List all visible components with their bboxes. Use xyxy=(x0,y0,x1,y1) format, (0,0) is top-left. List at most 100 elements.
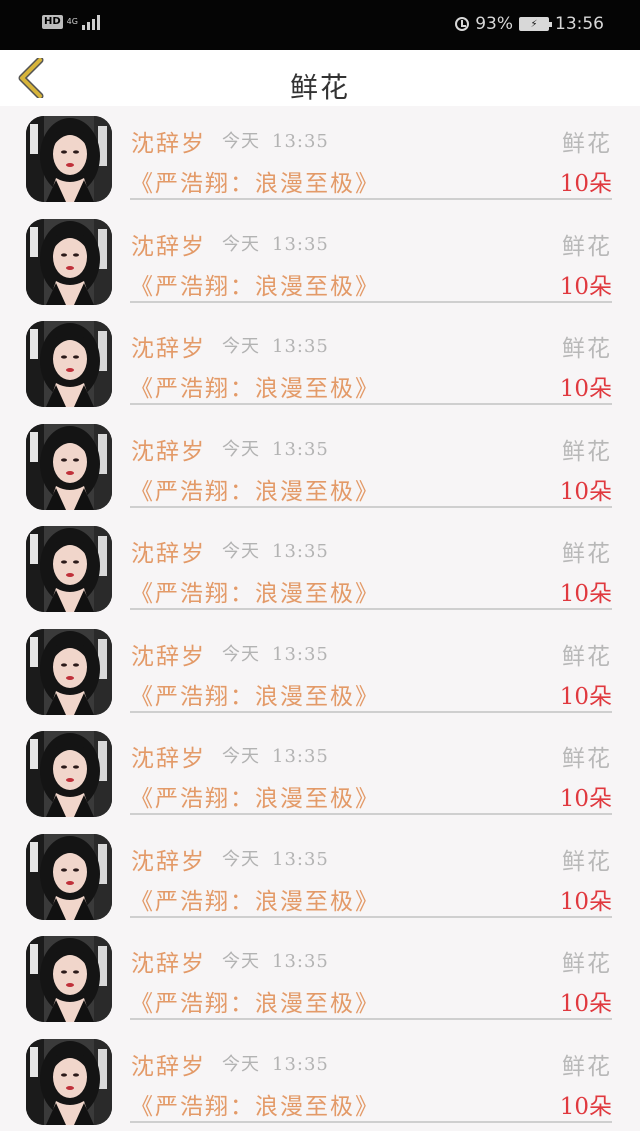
gift-type: 鲜花 xyxy=(562,739,612,773)
book-title[interactable]: 《严浩翔：浪漫至极》 xyxy=(130,984,380,1018)
sender-name[interactable]: 沈辞岁 xyxy=(131,739,206,773)
flower-count: 10朵 xyxy=(560,472,612,506)
avatar[interactable] xyxy=(26,834,112,920)
avatar[interactable] xyxy=(26,629,112,715)
flower-count: 10朵 xyxy=(560,984,612,1018)
status-left: HD 4G xyxy=(42,14,100,30)
sender-name[interactable]: 沈辞岁 xyxy=(131,124,206,158)
timestamp-time: 13:35 xyxy=(272,746,329,767)
timestamp-time: 13:35 xyxy=(272,131,329,152)
book-title[interactable]: 《严浩翔：浪漫至极》 xyxy=(130,1087,380,1121)
timestamp-time: 13:35 xyxy=(272,439,329,460)
sender-name[interactable]: 沈辞岁 xyxy=(131,637,206,671)
avatar[interactable] xyxy=(26,321,112,407)
timestamp-time: 13:35 xyxy=(272,849,329,870)
avatar[interactable] xyxy=(26,731,112,817)
list-item[interactable]: 沈辞岁 今天13:35 鲜花 《严浩翔：浪漫至极》 10朵 xyxy=(0,926,640,1029)
sender-name[interactable]: 沈辞岁 xyxy=(131,842,206,876)
timestamp: 今天13:35 xyxy=(222,127,329,153)
sender-name[interactable]: 沈辞岁 xyxy=(131,227,206,261)
timestamp-day: 今天 xyxy=(222,644,260,665)
book-title[interactable]: 《严浩翔：浪漫至极》 xyxy=(130,267,380,301)
book-title[interactable]: 《严浩翔：浪漫至极》 xyxy=(130,677,380,711)
flower-count: 10朵 xyxy=(560,267,612,301)
flower-count: 10朵 xyxy=(560,574,612,608)
clock: 13:56 xyxy=(555,14,604,34)
timestamp: 今天13:35 xyxy=(222,947,329,973)
list-item[interactable]: 沈辞岁 今天13:35 鲜花 《严浩翔：浪漫至极》 10朵 xyxy=(0,516,640,619)
list-item[interactable]: 沈辞岁 今天13:35 鲜花 《严浩翔：浪漫至极》 10朵 xyxy=(0,311,640,414)
divider xyxy=(130,506,612,508)
timestamp-day: 今天 xyxy=(222,234,260,255)
timestamp-time: 13:35 xyxy=(272,336,329,357)
timestamp: 今天 13:35 xyxy=(222,640,329,666)
battery-icon: ⚡ xyxy=(519,17,549,31)
gift-type: 鲜花 xyxy=(562,432,612,466)
book-title[interactable]: 《严浩翔：浪漫至极》 xyxy=(130,369,380,403)
divider xyxy=(130,403,612,405)
divider xyxy=(130,916,612,918)
sender-name[interactable]: 沈辞岁 xyxy=(131,329,206,363)
battery-percent: 93% xyxy=(475,14,513,34)
sender-name[interactable]: 沈辞岁 xyxy=(131,432,206,466)
divider xyxy=(130,1121,612,1123)
timestamp-time: 13:35 xyxy=(272,644,329,665)
divider xyxy=(130,301,612,303)
flower-count: 10朵 xyxy=(560,164,612,198)
timestamp-day: 今天 xyxy=(222,1054,260,1075)
divider xyxy=(130,711,612,713)
timestamp-time: 13:35 xyxy=(272,234,329,255)
nav-bar: 鲜花 xyxy=(0,50,640,106)
list-item[interactable]: 沈辞岁 今天 13:35 鲜花 《严浩翔：浪漫至极》 10朵 xyxy=(0,721,640,824)
timestamp: 今天 13:35 xyxy=(222,435,329,461)
sender-name[interactable]: 沈辞岁 xyxy=(131,1047,206,1081)
list-item[interactable]: 沈辞岁 今天13:35 鲜花 《严浩翔：浪漫至极》 10朵 xyxy=(0,619,640,722)
sender-name[interactable]: 沈辞岁 xyxy=(131,534,206,568)
timestamp-time: 13:35 xyxy=(272,951,329,972)
timestamp-day: 今天 xyxy=(222,439,260,460)
avatar[interactable] xyxy=(26,1039,112,1125)
flower-count: 10朵 xyxy=(560,677,612,711)
flower-count: 10朵 xyxy=(560,369,612,403)
timestamp-time: 13:35 xyxy=(272,541,329,562)
timestamp-day: 今天 xyxy=(222,746,260,767)
timestamp-time: 13:35 xyxy=(272,1054,329,1075)
avatar[interactable] xyxy=(26,116,112,202)
book-title[interactable]: 《严浩翔：浪漫至极》 xyxy=(130,779,380,813)
list-item[interactable]: 沈辞岁 今天 13:35 鲜花 《严浩翔：浪漫至极》 10朵 xyxy=(0,414,640,517)
gift-type: 鲜花 xyxy=(562,1047,612,1081)
gift-type: 鲜花 xyxy=(562,842,612,876)
timestamp: 今天13:35 xyxy=(222,332,329,358)
alarm-icon xyxy=(455,17,469,31)
divider xyxy=(130,198,612,200)
gift-type: 鲜花 xyxy=(562,124,612,158)
book-title[interactable]: 《严浩翔：浪漫至极》 xyxy=(130,472,380,506)
book-title[interactable]: 《严浩翔：浪漫至极》 xyxy=(130,882,380,916)
list-item[interactable]: 沈辞岁 今天 13:35 鲜花 《严浩翔：浪漫至极》 10朵 xyxy=(0,209,640,312)
flower-record-list: 沈辞岁 今天 13:35 鲜花 《严浩翔：浪漫至极》 10朵 沈辞岁 今天 13:3… xyxy=(0,106,640,1131)
timestamp: 今天13:35 xyxy=(222,537,329,563)
gift-type: 鲜花 xyxy=(562,227,612,261)
page-title: 鲜花 xyxy=(0,66,640,106)
avatar[interactable] xyxy=(26,424,112,510)
timestamp-day: 今天 xyxy=(222,849,260,870)
timestamp: 今天 13:35 xyxy=(222,845,329,871)
list-item[interactable]: 沈辞岁 今天13:35 鲜花 《严浩翔：浪漫至极》 10朵 xyxy=(0,824,640,927)
timestamp: 今天 13:35 xyxy=(222,1050,329,1076)
avatar[interactable] xyxy=(26,936,112,1022)
book-title[interactable]: 《严浩翔：浪漫至极》 xyxy=(130,164,380,198)
flower-count: 10朵 xyxy=(560,779,612,813)
avatar[interactable] xyxy=(26,219,112,305)
gift-type: 鲜花 xyxy=(562,329,612,363)
sender-name[interactable]: 沈辞岁 xyxy=(131,944,206,978)
avatar[interactable] xyxy=(26,526,112,612)
divider xyxy=(130,1018,612,1020)
timestamp: 今天 13:35 xyxy=(222,230,329,256)
list-item[interactable]: 沈辞岁 今天13:35 鲜花 《严浩翔：浪漫至极》 10朵 xyxy=(0,1029,640,1131)
signal-icon xyxy=(82,14,100,30)
list-item[interactable]: 沈辞岁 今天13:35 鲜花 《严浩翔：浪漫至极》 10朵 xyxy=(0,106,640,209)
timestamp: 今天 13:35 xyxy=(222,742,329,768)
status-right: 93% ⚡ 13:56 xyxy=(455,14,604,34)
gift-type: 鲜花 xyxy=(562,534,612,568)
book-title[interactable]: 《严浩翔：浪漫至极》 xyxy=(130,574,380,608)
